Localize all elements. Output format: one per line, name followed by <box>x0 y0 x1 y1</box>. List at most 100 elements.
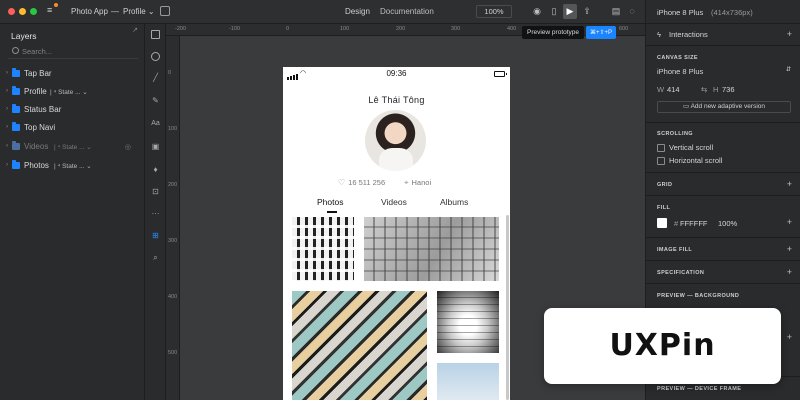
phone-scrollbar[interactable] <box>506 215 509 400</box>
ellipse-tool-icon[interactable] <box>151 52 160 61</box>
ruler-tick: 100 <box>168 126 178 132</box>
component-tool-icon[interactable]: ♦ <box>150 164 161 175</box>
expand-arrow-icon[interactable]: › <box>6 124 8 130</box>
canvas-device-select[interactable]: iPhone 8 Plus <box>657 67 703 76</box>
tab-design[interactable]: Design <box>345 7 370 16</box>
fill-color-swatch[interactable] <box>657 218 667 228</box>
layer-state-selector[interactable]: | ⁴ State ... ⌄ <box>54 162 92 170</box>
expand-arrow-icon[interactable]: › <box>6 162 8 168</box>
help-icon[interactable]: ◌ <box>625 4 639 19</box>
spec-mode-icon[interactable]: ◉ <box>530 4 544 19</box>
ruler-tick: 600 <box>619 26 629 32</box>
zoom-level[interactable]: 100% <box>476 5 512 18</box>
page-selector[interactable]: Profile ⌄ <box>123 7 155 16</box>
link-ratio-icon[interactable]: ⇆ <box>701 85 707 94</box>
brand-watermark-card: UXPin <box>544 308 781 384</box>
photo-thumbnail[interactable] <box>292 291 427 400</box>
brand-logo-text: UXPin <box>609 328 716 363</box>
tab-videos[interactable]: Videos <box>381 197 407 207</box>
layer-top-navi[interactable]: › Top Navi <box>0 119 145 137</box>
device-icon[interactable]: ▯ <box>547 4 561 19</box>
notification-dot <box>54 3 58 7</box>
add-grid-icon[interactable]: + <box>787 179 792 189</box>
height-input[interactable]: 736 <box>722 85 735 94</box>
collapse-panel-icon[interactable]: ↗ <box>132 26 138 34</box>
add-fill-icon[interactable]: + <box>787 217 792 227</box>
layer-tap-bar[interactable]: › Tap Bar <box>0 65 145 83</box>
interactions-label[interactable]: Interactions <box>669 30 708 39</box>
layer-state-selector[interactable]: | ⁴ State ... ⌄ <box>54 143 92 151</box>
layer-name: Top Navi <box>24 123 56 132</box>
profile-avatar[interactable] <box>365 110 426 171</box>
expand-arrow-icon[interactable]: › <box>6 70 8 76</box>
horizontal-scroll-checkbox[interactable] <box>657 157 665 165</box>
photo-thumbnail[interactable] <box>437 291 499 353</box>
menu-icon[interactable]: ≡ <box>47 5 52 15</box>
device-size: (414x736px) <box>711 8 753 17</box>
width-input[interactable]: 414 <box>667 85 680 94</box>
photo-thumbnail[interactable] <box>364 217 499 281</box>
preview-play-icon[interactable]: ▶ <box>563 4 577 19</box>
expand-arrow-icon[interactable]: › <box>6 106 8 112</box>
close-window-button[interactable] <box>8 8 15 15</box>
expand-arrow-icon[interactable]: › <box>6 143 8 149</box>
layer-profile[interactable]: › Profile | ⁴ State ... ⌄ <box>0 83 145 101</box>
frame-tool-icon[interactable]: ⊡ <box>150 186 161 197</box>
tab-photos[interactable]: Photos <box>317 197 343 207</box>
heart-icon: ♡ <box>338 178 346 187</box>
layer-photos[interactable]: › Photos | ⁴ State ... ⌄ <box>0 157 145 175</box>
more-tools-icon[interactable]: ··· <box>150 208 161 219</box>
preview-background-label: PREVIEW — BACKGROUND <box>657 293 740 299</box>
ruler-tick: -200 <box>175 26 187 32</box>
layer-videos[interactable]: › Videos | ⁴ State ... ⌄ ◎ <box>0 138 145 156</box>
layout-toggle-icon[interactable]: ▤ <box>609 4 623 19</box>
tab-documentation[interactable]: Documentation <box>380 7 434 16</box>
search-tool-icon[interactable]: ⌕ <box>150 252 161 263</box>
add-preview-background-icon[interactable]: + <box>787 332 792 342</box>
rectangle-tool-icon[interactable] <box>151 30 160 39</box>
add-interaction-icon[interactable]: + <box>787 29 792 39</box>
location-pin-icon: ⌖ <box>404 178 409 187</box>
dropdown-arrows-icon[interactable]: ⇵ <box>786 66 791 73</box>
add-adaptive-label: Add new adaptive version <box>690 103 766 110</box>
hidden-eye-icon[interactable]: ◎ <box>125 143 131 151</box>
line-tool-icon[interactable]: ╱ <box>150 72 161 83</box>
text-tool-icon[interactable]: Aa <box>150 118 161 129</box>
ruler-tick: 0 <box>286 26 290 32</box>
ruler-tick: 0 <box>168 70 172 76</box>
layer-state-selector[interactable]: | ⁴ State ... ⌄ <box>50 88 88 96</box>
location: ⌖ Hanoi <box>404 178 431 188</box>
likes-count: ♡ 16 511 256 <box>338 178 385 187</box>
minimize-window-button[interactable] <box>19 8 26 15</box>
title-separator: — <box>111 7 119 16</box>
ruler-tick: 400 <box>507 26 517 32</box>
add-image-fill-icon[interactable]: + <box>787 244 792 254</box>
ruler-tick: 400 <box>168 294 178 300</box>
photo-thumbnail[interactable] <box>292 217 354 281</box>
maximize-window-button[interactable] <box>30 8 37 15</box>
pen-tool-icon[interactable]: ✎ <box>150 95 161 106</box>
expand-arrow-icon[interactable]: › <box>6 88 8 94</box>
grid-tool-icon[interactable]: ⊞ <box>150 230 161 241</box>
photo-thumbnail[interactable] <box>437 363 499 400</box>
likes-value: 16 511 256 <box>348 178 386 187</box>
layer-status-bar[interactable]: › Status Bar <box>0 101 145 119</box>
fill-label: FILL <box>657 205 671 211</box>
add-adaptive-version-button[interactable]: ▭ Add new adaptive version <box>657 101 791 113</box>
layers-search-input[interactable]: Search... <box>8 45 138 59</box>
add-specification-icon[interactable]: + <box>787 267 792 277</box>
tab-albums[interactable]: Albums <box>440 197 468 207</box>
canvas-size-label: CANVAS SIZE <box>657 55 698 61</box>
status-time: 09:36 <box>386 69 407 78</box>
fill-opacity-input[interactable]: 100% <box>718 219 737 228</box>
fill-hex-input[interactable]: FFFFFF <box>680 219 708 228</box>
image-tool-icon[interactable]: ▣ <box>150 141 161 152</box>
app-name[interactable]: Photo App <box>71 7 108 16</box>
scrolling-label: SCROLLING <box>657 131 693 137</box>
location-value: Hanoi <box>411 178 432 187</box>
share-icon[interactable]: ⇪ <box>580 4 594 19</box>
phone-artboard[interactable]: ◠ 09:36 Lê Thái Tông ♡ 16 511 256 ⌖ Hanoi … <box>283 67 510 400</box>
page-settings-icon[interactable] <box>160 6 170 16</box>
specification-label: SPECIFICATION <box>657 270 705 276</box>
vertical-scroll-checkbox[interactable] <box>657 144 665 152</box>
